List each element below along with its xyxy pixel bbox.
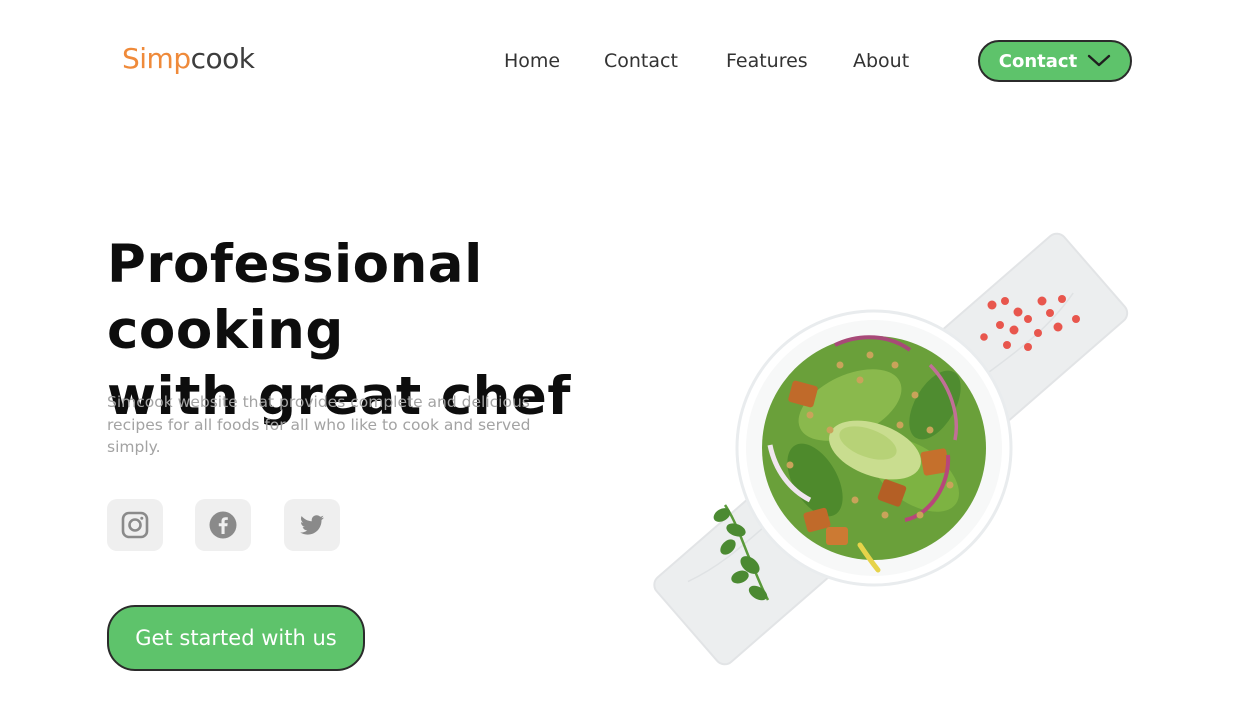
get-started-button[interactable]: Get started with us bbox=[107, 605, 365, 671]
contact-dropdown-label: Contact bbox=[998, 50, 1078, 72]
facebook-icon bbox=[209, 511, 237, 539]
instagram-link[interactable] bbox=[107, 499, 163, 551]
salad-bowl-illustration bbox=[653, 232, 1129, 666]
nav-item-features[interactable]: Features bbox=[726, 50, 808, 72]
facebook-link[interactable] bbox=[195, 499, 251, 551]
twitter-link[interactable] bbox=[284, 499, 340, 551]
instagram-icon bbox=[121, 511, 149, 539]
twitter-icon bbox=[300, 515, 324, 535]
hero-description: Simcook website that provides complete a… bbox=[107, 393, 531, 456]
nav-item-contact[interactable]: Contact bbox=[604, 50, 678, 72]
nav-item-home[interactable]: Home bbox=[504, 50, 560, 72]
hero-title-line1: Professional cooking bbox=[107, 234, 483, 361]
chevron-down-icon bbox=[1088, 54, 1111, 67]
nav-item-about[interactable]: About bbox=[853, 50, 909, 72]
contact-dropdown-button[interactable]: Contact bbox=[978, 40, 1132, 82]
